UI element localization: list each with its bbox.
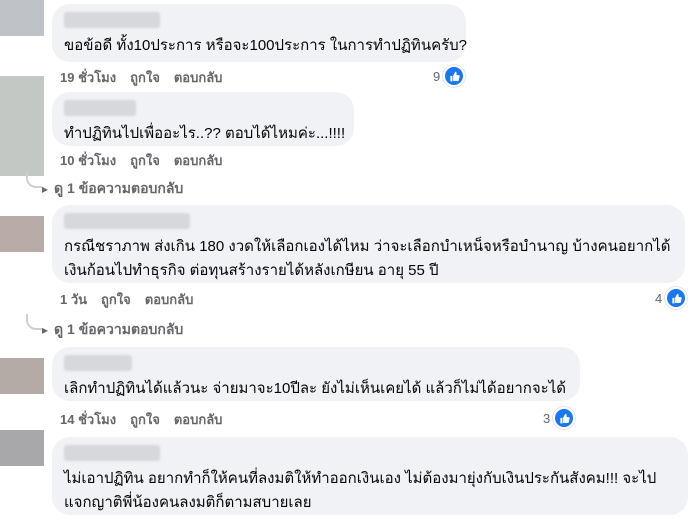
reaction-count: 3 — [543, 410, 551, 426]
comment-time[interactable]: 19 ชั่วโมง — [60, 67, 116, 88]
like-button[interactable]: ถูกใจ — [130, 409, 160, 430]
author-name[interactable] — [64, 355, 132, 371]
comment-actions: 19 ชั่วโมง ถูกใจ ตอบกลับ — [60, 67, 222, 88]
thumbs-up-icon — [443, 65, 466, 87]
reaction-summary[interactable]: 9 — [433, 65, 466, 87]
comment-actions: 14 ชั่วโมง ถูกใจ ตอบกลับ — [60, 409, 222, 430]
comment-text: กรณีชราภาพ ส่งเกิน 180 งวดให้เลือกเองได้… — [64, 238, 671, 255]
reply-button[interactable]: ตอบกลับ — [174, 67, 223, 88]
comment-bubble: ทำปฏิทินไปเพื่ออะไร..?? ตอบได้ไหมค่ะ...!… — [52, 92, 354, 146]
comment-text: ทำปฏิทินไปเพื่ออะไร..?? ตอบได้ไหมค่ะ...!… — [64, 125, 346, 142]
reply-arrow-icon: ▸ — [42, 323, 49, 337]
comment-bubble: ขอข้อดี ทั้ง10ประการ หรือจะ100ประการ ในก… — [52, 4, 468, 62]
like-button[interactable]: ถูกใจ — [130, 150, 160, 171]
view-replies-link[interactable]: ▸ ดู 1 ข้อความตอบกลับ — [42, 178, 183, 200]
avatar[interactable] — [0, 358, 44, 394]
avatar[interactable] — [0, 430, 44, 466]
like-button[interactable]: ถูกใจ — [130, 67, 160, 88]
comment-actions: 1 วัน ถูกใจ ตอบกลับ — [60, 289, 193, 310]
comment-bubble: เลิกทำปฏิทินได้แล้วนะ จ่ายมาจะ10ปีละ ยัง… — [52, 347, 580, 401]
thread-connector — [26, 172, 42, 188]
comment-text: แจกญาติพี่น้องคนลงมติก็ตามสบายเลย — [64, 494, 312, 511]
reaction-count: 9 — [433, 68, 441, 84]
reply-button[interactable]: ตอบกลับ — [145, 289, 194, 310]
comment-time[interactable]: 14 ชั่วโมง — [60, 409, 116, 430]
avatar[interactable] — [0, 0, 44, 36]
view-replies-label: ดู 1 ข้อความตอบกลับ — [54, 321, 184, 337]
comment-text: ไม่เอาปฏิทิน อยากทำก็ให้คนที่ลงมติให้ทำอ… — [64, 470, 657, 487]
comment-text: เลิกทำปฏิทินได้แล้วนะ จ่ายมาจะ10ปีละ ยัง… — [64, 380, 567, 397]
like-button[interactable]: ถูกใจ — [101, 289, 131, 310]
view-replies-link[interactable]: ▸ ดู 1 ข้อความตอบกลับ — [42, 319, 183, 341]
reply-button[interactable]: ตอบกลับ — [174, 409, 223, 430]
reply-button[interactable]: ตอบกลับ — [174, 150, 223, 171]
comment-time[interactable]: 1 วัน — [60, 289, 87, 310]
reply-arrow-icon: ▸ — [42, 182, 49, 196]
comment-text: ขอข้อดี ทั้ง10ประการ หรือจะ100ประการ ในก… — [64, 37, 468, 54]
comment-time[interactable]: 10 ชั่วโมง — [60, 150, 116, 171]
avatar[interactable] — [0, 76, 44, 176]
author-name[interactable] — [64, 445, 160, 461]
comment-text: เงินก้อนไปทำธุรกิจ ต่อทุนสร้างรายได้หลัง… — [64, 262, 439, 279]
comment-bubble: กรณีชราภาพ ส่งเกิน 180 งวดให้เลือกเองได้… — [52, 205, 685, 283]
view-replies-label: ดู 1 ข้อความตอบกลับ — [54, 180, 184, 196]
author-name[interactable] — [64, 12, 160, 28]
thread-connector — [26, 314, 42, 330]
reaction-summary[interactable]: 4 — [655, 287, 688, 309]
author-name[interactable] — [64, 100, 136, 116]
avatar[interactable] — [0, 216, 44, 252]
comment-bubble: ไม่เอาปฏิทิน อยากทำก็ให้คนที่ลงมติให้ทำอ… — [52, 437, 688, 515]
reaction-count: 4 — [655, 290, 663, 306]
reaction-summary[interactable]: 3 — [543, 407, 576, 429]
thumbs-up-icon — [553, 407, 576, 429]
author-name[interactable] — [64, 213, 190, 229]
thumbs-up-icon — [665, 287, 688, 309]
comment-actions: 10 ชั่วโมง ถูกใจ ตอบกลับ — [60, 150, 222, 171]
